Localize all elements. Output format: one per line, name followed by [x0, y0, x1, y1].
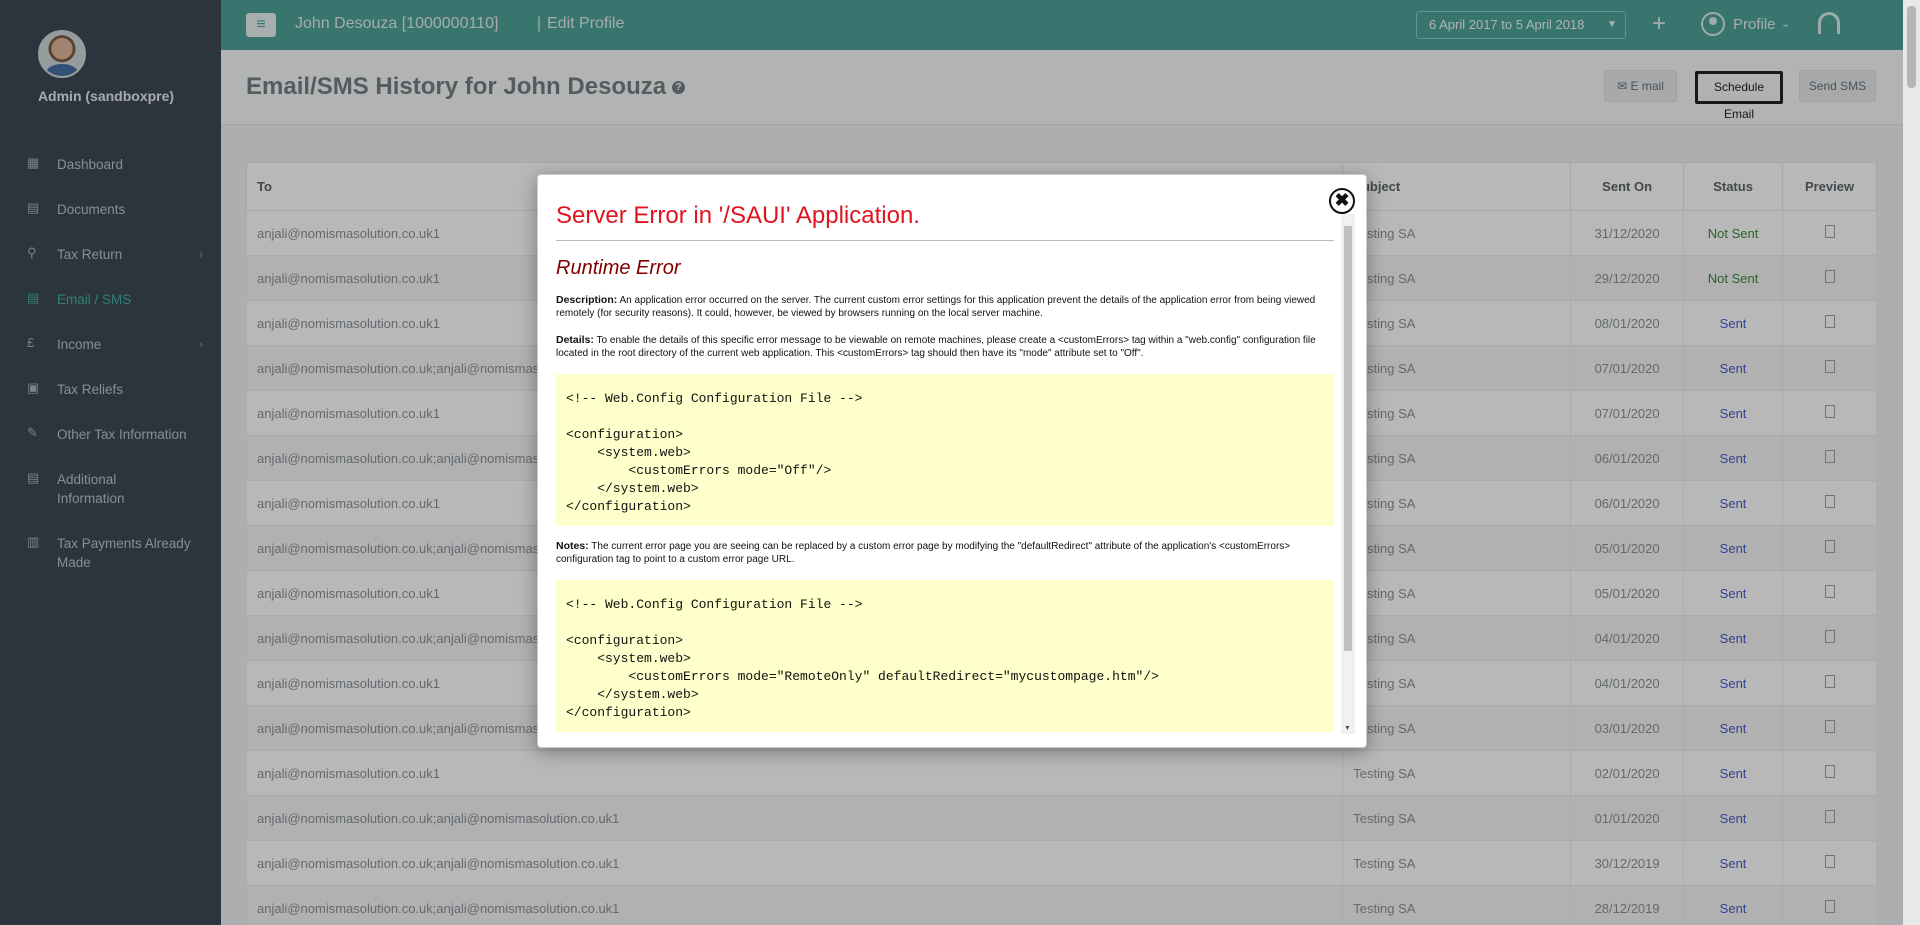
close-icon[interactable]: ✖ [1329, 188, 1355, 214]
page-scrollbar-thumb[interactable] [1907, 6, 1916, 88]
error-modal: Server Error in '/SAUI' Application. Run… [537, 174, 1367, 748]
error-notes: Notes: The current error page you are se… [556, 540, 1291, 565]
error-details: Details: To enable the details of this s… [556, 334, 1316, 359]
error-description: Description: An application error occurr… [556, 294, 1316, 319]
error-title: Server Error in '/SAUI' Application. [556, 202, 1334, 241]
modal-scrollbar[interactable]: ▼ [1341, 214, 1355, 734]
config-code-block-2: <!-- Web.Config Configuration File --> <… [556, 580, 1334, 732]
error-content: Server Error in '/SAUI' Application. Run… [556, 193, 1334, 733]
error-subtitle: Runtime Error [556, 257, 681, 279]
modal-scrollbar-thumb[interactable] [1344, 226, 1352, 651]
scroll-down-arrow-icon[interactable]: ▼ [1344, 725, 1351, 732]
config-code-block-1: <!-- Web.Config Configuration File --> <… [556, 374, 1334, 526]
page-scrollbar[interactable] [1903, 0, 1920, 925]
